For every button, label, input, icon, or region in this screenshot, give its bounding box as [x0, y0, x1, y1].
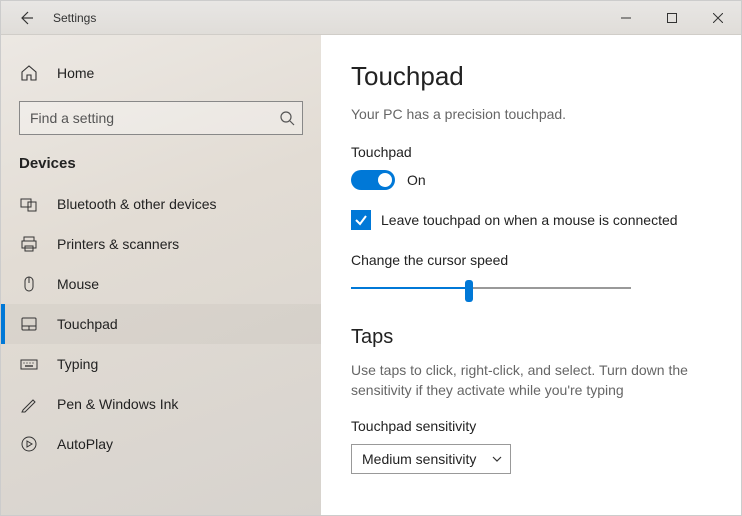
back-button[interactable]: [17, 9, 35, 27]
maximize-button[interactable]: [649, 1, 695, 35]
printer-icon: [19, 234, 39, 254]
sidebar-item-label: Typing: [57, 356, 98, 372]
sidebar-item-label: Printers & scanners: [57, 236, 179, 252]
close-button[interactable]: [695, 1, 741, 35]
toggle-state: On: [407, 172, 426, 188]
cursor-speed-label: Change the cursor speed: [351, 252, 711, 268]
search-box[interactable]: [19, 101, 303, 135]
sensitivity-value: Medium sensitivity: [362, 451, 476, 467]
slider-track-empty: [471, 287, 631, 289]
search-input[interactable]: [19, 101, 303, 135]
sensitivity-select[interactable]: Medium sensitivity: [351, 444, 511, 474]
main-content: Touchpad Your PC has a precision touchpa…: [321, 35, 741, 515]
sidebar-item-pen[interactable]: Pen & Windows Ink: [1, 384, 321, 424]
sidebar-item-touchpad[interactable]: Touchpad: [1, 304, 321, 344]
sidebar-item-label: Pen & Windows Ink: [57, 396, 178, 412]
sidebar-item-label: Touchpad: [57, 316, 118, 332]
keyboard-icon: [19, 354, 39, 374]
devices-icon: [19, 194, 39, 214]
leave-touchpad-on-checkbox[interactable]: [351, 210, 371, 230]
minimize-button[interactable]: [603, 1, 649, 35]
sidebar-item-typing[interactable]: Typing: [1, 344, 321, 384]
sensitivity-label: Touchpad sensitivity: [351, 418, 711, 434]
sidebar-home-label: Home: [57, 65, 94, 81]
sidebar-item-bluetooth[interactable]: Bluetooth & other devices: [1, 184, 321, 224]
home-icon: [19, 63, 39, 83]
arrow-left-icon: [18, 10, 34, 26]
touchpad-icon: [19, 314, 39, 334]
sidebar-item-mouse[interactable]: Mouse: [1, 264, 321, 304]
app-title: Settings: [53, 11, 96, 25]
precision-msg: Your PC has a precision touchpad.: [351, 106, 711, 122]
toggle-knob: [378, 173, 392, 187]
taps-desc: Use taps to click, right-click, and sele…: [351, 361, 711, 400]
sidebar-item-printers[interactable]: Printers & scanners: [1, 224, 321, 264]
pen-icon: [19, 394, 39, 414]
sidebar-item-label: AutoPlay: [57, 436, 113, 452]
page-title: Touchpad: [351, 61, 711, 92]
sidebar-home[interactable]: Home: [1, 53, 321, 93]
titlebar: Settings: [1, 1, 741, 35]
sidebar-item-autoplay[interactable]: AutoPlay: [1, 424, 321, 464]
slider-track-filled: [351, 287, 471, 289]
close-icon: [713, 13, 723, 23]
minimize-icon: [621, 13, 631, 23]
slider-thumb: [465, 280, 473, 302]
sidebar-item-label: Bluetooth & other devices: [57, 196, 217, 212]
autoplay-icon: [19, 434, 39, 454]
cursor-speed-slider[interactable]: [351, 278, 631, 298]
taps-title: Taps: [351, 326, 711, 349]
mouse-icon: [19, 274, 39, 294]
search-icon: [279, 110, 295, 126]
sidebar: Home Devices Bluetooth & other devices: [1, 35, 321, 515]
maximize-icon: [667, 13, 677, 23]
checkmark-icon: [354, 213, 368, 227]
touchpad-toggle[interactable]: [351, 170, 395, 190]
sidebar-item-label: Mouse: [57, 276, 99, 292]
touchpad-label: Touchpad: [351, 144, 711, 160]
category-header: Devices: [1, 149, 321, 184]
chevron-down-icon: [491, 453, 503, 465]
leave-touchpad-on-label: Leave touchpad on when a mouse is connec…: [381, 212, 678, 228]
